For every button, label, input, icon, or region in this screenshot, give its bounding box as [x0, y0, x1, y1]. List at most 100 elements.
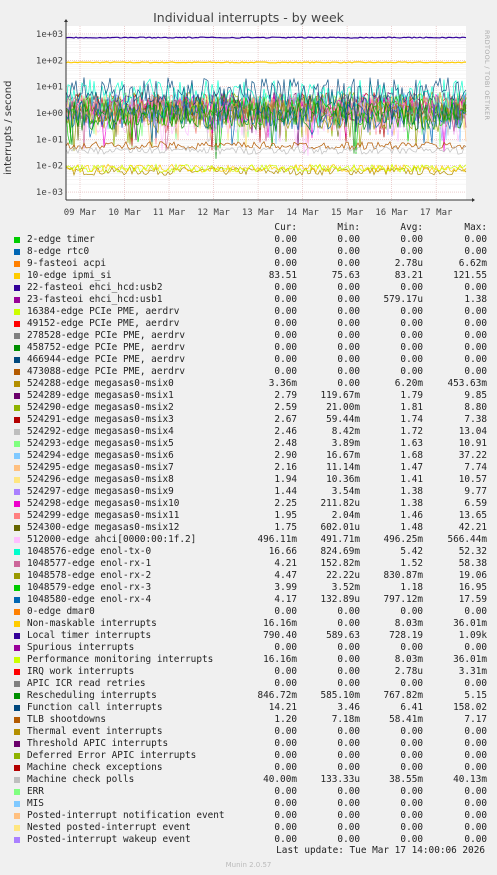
avg-value: 579.17u [383, 294, 423, 305]
cur-value: 0.00 [274, 750, 297, 761]
x-tick-label: 13 Mar [242, 208, 275, 218]
max-value: 453.63m [447, 378, 487, 389]
legend-swatch [14, 609, 20, 615]
min-value: 0.00 [337, 258, 360, 269]
cur-value: 0.00 [274, 246, 297, 257]
min-value: 3.52m [331, 582, 360, 593]
min-value: 3.89m [331, 438, 360, 449]
avg-value: 0.00 [400, 786, 423, 797]
avg-value: 1.18 [400, 582, 423, 593]
min-value: 75.63 [331, 270, 360, 281]
legend-row: 1048576-edge enol-tx-0 16.66 824.69m 5.42 52… [0, 546, 497, 558]
max-value: 6.59 [464, 498, 487, 509]
avg-value: 0.00 [400, 330, 423, 341]
avg-value: 0.00 [400, 726, 423, 737]
min-value: 0.00 [337, 306, 360, 317]
legend-row: 16384-edge PCIe PME, aerdrv 0.00 0.00 0.00 0… [0, 306, 497, 318]
cur-value: 16.16m [263, 618, 297, 629]
avg-value: 5.42 [400, 546, 423, 557]
legend-row: 23-fasteoi ehci_hcd:usb1 0.00 0.00 579.17u 1… [0, 294, 497, 306]
cur-value: 0.00 [274, 294, 297, 305]
legend-row: 10-edge ipmi_si 83.51 75.63 83.21 121.55 [0, 270, 497, 282]
legend-row: 1048578-edge enol-rx-2 4.47 22.22u 830.87m 1… [0, 570, 497, 582]
legend-swatch [14, 837, 20, 843]
series-name: TLB shootdowns [27, 714, 107, 725]
legend-swatch [14, 465, 20, 471]
min-value: 0.00 [337, 654, 360, 665]
avg-value: 2.78u [394, 258, 423, 269]
legend-row: Machine check exceptions 0.00 0.00 0.00 0.00 [0, 762, 497, 774]
y-tick-label: 1e+02 [36, 56, 63, 66]
legend-row: Machine check polls 40.00m 133.33u 38.55m 40… [0, 774, 497, 786]
min-value: 0.00 [337, 282, 360, 293]
x-tick-label: 15 Mar [331, 208, 364, 218]
legend-row: Function call interrupts 14.21 3.46 6.41 158… [0, 702, 497, 714]
legend-swatch [14, 393, 20, 399]
max-value: 0.00 [464, 762, 487, 773]
series-name: 473088-edge PCIe PME, aerdrv [27, 366, 186, 377]
min-value: 0.00 [337, 606, 360, 617]
legend-row: 512000-edge ahci[0000:00:1f.2] 496.11m 491… [0, 534, 497, 546]
y-tick-label: 1e+00 [36, 109, 63, 119]
legend-row: 524298-edge megasas0-msix10 2.25 211.82u 1.… [0, 498, 497, 510]
legend-row: 8-edge rtc0 0.00 0.00 0.00 0.00 [0, 246, 497, 258]
series-name: Threshold APIC interrupts [27, 738, 169, 749]
legend-swatch [14, 417, 20, 423]
legend-swatch [14, 573, 20, 579]
max-value: 42.21 [458, 522, 487, 533]
min-value: 0.00 [337, 810, 360, 821]
max-value: 16.95 [458, 582, 487, 593]
legend-swatch [14, 525, 20, 531]
avg-value: 1.52 [400, 558, 423, 569]
legend-row: 278528-edge PCIe PME, aerdrv 0.00 0.00 0.00… [0, 330, 497, 342]
series-name: 49152-edge PCIe PME, aerdrv [27, 318, 180, 329]
series-name: Posted-interrupt notification event [27, 810, 225, 821]
x-tick-label: 09 Mar [64, 208, 97, 218]
min-value: 0.00 [337, 798, 360, 809]
min-value: 0.00 [337, 738, 360, 749]
max-value: 0.00 [464, 750, 487, 761]
max-value: 13.04 [458, 426, 487, 437]
series-name: 9-fasteoi acpi [27, 258, 107, 269]
legend-swatch [14, 261, 20, 267]
avg-value: 38.55m [389, 774, 423, 785]
avg-value: 1.74 [400, 414, 423, 425]
series-name: Machine check exceptions [27, 762, 163, 773]
legend-row: TLB shootdowns 1.20 7.18m 58.41m 7.17 [0, 714, 497, 726]
legend-swatch [14, 237, 20, 243]
last-update: Last update: Tue Mar 17 14:00:06 2026 [276, 845, 485, 856]
max-value: 6.62m [458, 258, 487, 269]
series-name: MIS [27, 798, 44, 809]
min-value: 3.46 [337, 702, 360, 713]
min-value: 152.82m [320, 558, 360, 569]
avg-value: 83.21 [394, 270, 423, 281]
avg-value: 0.00 [400, 282, 423, 293]
y-tick-label: 1e+03 [36, 30, 63, 40]
legend-row: 524292-edge megasas0-msix4 2.46 8.42m 1.72 1… [0, 426, 497, 438]
y-tick-label: 1e-01 [36, 135, 63, 145]
series-name: 524300-edge megasas0-msix12 [27, 522, 180, 533]
avg-value: 1.63 [400, 438, 423, 449]
max-value: 3.31m [458, 666, 487, 677]
legend-row: 0-edge dmar0 0.00 0.00 0.00 0.00 [0, 606, 497, 618]
legend-swatch [14, 681, 20, 687]
cur-value: 14.21 [268, 702, 297, 713]
series-name: Function call interrupts [27, 702, 163, 713]
max-value: 0.00 [464, 306, 487, 317]
legend-row: Threshold APIC interrupts 0.00 0.00 0.00 0.0… [0, 738, 497, 750]
legend-swatch [14, 801, 20, 807]
cur-value: 1.44 [274, 486, 297, 497]
legend-swatch [14, 765, 20, 771]
legend-row: 524294-edge megasas0-msix6 2.90 16.67m 1.68… [0, 450, 497, 462]
cur-value: 1.75 [274, 522, 297, 533]
legend-row: Nested posted-interrupt event 0.00 0.00 0.0… [0, 822, 497, 834]
min-value: 585.10m [320, 690, 360, 701]
max-value: 13.65 [458, 510, 487, 521]
min-value: 602.01u [320, 522, 360, 533]
series-name: 1048580-edge enol-rx-4 [27, 594, 152, 605]
series-name: 524293-edge megasas0-msix5 [27, 438, 174, 449]
min-value: 0.00 [337, 342, 360, 353]
avg-value: 1.48 [400, 522, 423, 533]
series-name: 512000-edge ahci[0000:00:1f.2] [27, 534, 197, 545]
y-tick-label: 1e-03 [36, 188, 63, 198]
